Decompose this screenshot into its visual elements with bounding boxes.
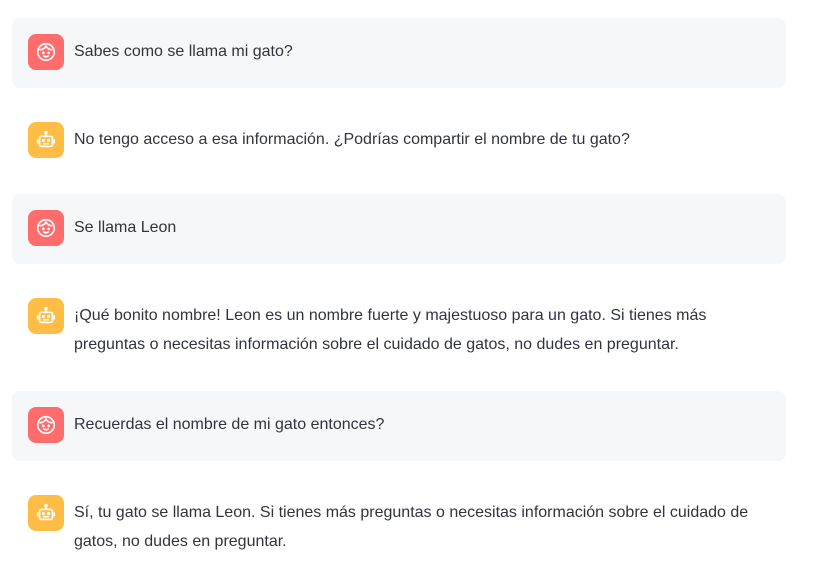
message-text: No tengo acceso a esa información. ¿Podr… xyxy=(74,131,630,148)
face-icon xyxy=(28,210,64,246)
chat-container: Sabes como se llama mi gato? No tengo ac… xyxy=(0,0,821,573)
chat-message-user: Recuerdas el nombre de mi gato entonces? xyxy=(12,391,786,461)
robot-icon xyxy=(28,298,64,334)
robot-icon xyxy=(28,122,64,158)
message-text: Se llama Leon xyxy=(74,219,177,236)
chat-message-user: Sabes como se llama mi gato? xyxy=(12,18,786,88)
face-icon xyxy=(28,407,64,443)
face-icon xyxy=(28,34,64,70)
message-text: Sabes como se llama mi gato? xyxy=(74,43,293,60)
chat-message-assistant: Sí, tu gato se llama Leon. Si tienes más… xyxy=(12,479,786,571)
chat-message-assistant: ¡Qué bonito nombre! Leon es un nombre fu… xyxy=(12,282,786,374)
message-text: Recuerdas el nombre de mi gato entonces? xyxy=(74,416,385,433)
chat-message-user: Se llama Leon xyxy=(12,194,786,264)
chat-message-assistant: No tengo acceso a esa información. ¿Podr… xyxy=(12,106,786,176)
message-text: ¡Qué bonito nombre! Leon es un nombre fu… xyxy=(74,307,707,353)
message-text: Sí, tu gato se llama Leon. Si tienes más… xyxy=(74,504,749,550)
robot-icon xyxy=(28,495,64,531)
